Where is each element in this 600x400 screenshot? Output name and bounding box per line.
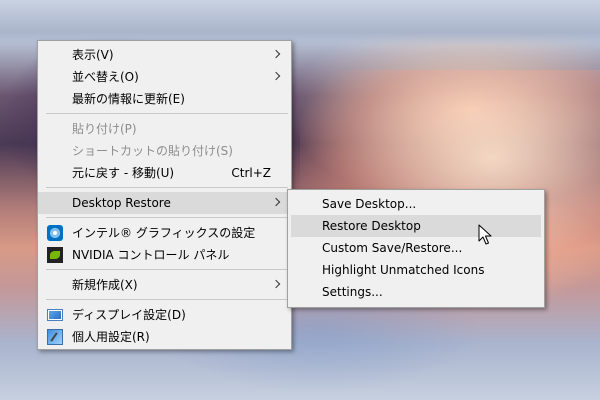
- personalize-icon: [47, 329, 63, 345]
- submenu-item-restore-desktop[interactable]: Restore Desktop: [291, 215, 541, 237]
- submenu-item-settings-label: Settings...: [322, 285, 383, 299]
- menu-item-nvidia-label: NVIDIA コントロール パネル: [72, 248, 230, 262]
- desktop-context-menu: 表示(V) 並べ替え(O) 最新の情報に更新(E) 貼り付け(P) ショートカッ…: [37, 40, 292, 350]
- menu-item-new[interactable]: 新規作成(X): [38, 274, 291, 296]
- menu-separator: [46, 299, 288, 300]
- submenu-item-save-desktop[interactable]: Save Desktop...: [288, 193, 544, 215]
- nvidia-icon: [47, 247, 63, 263]
- submenu-arrow-icon: [271, 279, 281, 289]
- menu-item-refresh-label: 最新の情報に更新(E): [72, 92, 185, 106]
- menu-separator: [46, 187, 288, 188]
- intel-graphics-icon: [47, 225, 63, 241]
- menu-item-new-label: 新規作成(X): [72, 278, 138, 292]
- submenu-arrow-icon: [271, 197, 281, 207]
- display-settings-icon: [47, 309, 63, 321]
- menu-item-personalize[interactable]: 個人用設定(R): [38, 326, 291, 348]
- menu-item-paste-shortcut: ショートカットの貼り付け(S): [38, 140, 291, 162]
- menu-item-desktop-restore[interactable]: Desktop Restore: [38, 192, 291, 214]
- undo-keyboard-shortcut: Ctrl+Z: [231, 166, 271, 180]
- menu-item-paste-shortcut-label: ショートカットの貼り付け(S): [72, 144, 233, 158]
- submenu-arrow-icon: [271, 71, 281, 81]
- submenu-item-save-desktop-label: Save Desktop...: [322, 197, 417, 211]
- menu-item-paste-label: 貼り付け(P): [72, 122, 137, 136]
- menu-separator: [46, 113, 288, 114]
- menu-item-display-settings-label: ディスプレイ設定(D): [72, 308, 186, 322]
- submenu-item-highlight-unmatched-icons[interactable]: Highlight Unmatched Icons: [288, 259, 544, 281]
- submenu-item-custom-save-restore[interactable]: Custom Save/Restore...: [288, 237, 544, 259]
- submenu-item-settings[interactable]: Settings...: [288, 281, 544, 303]
- menu-item-undo-move-label: 元に戻す - 移動(U): [72, 166, 175, 180]
- submenu-item-restore-desktop-label: Restore Desktop: [322, 219, 421, 233]
- submenu-item-custom-save-restore-label: Custom Save/Restore...: [322, 241, 463, 255]
- menu-separator: [46, 217, 288, 218]
- menu-item-sort-by-label: 並べ替え(O): [72, 70, 139, 84]
- menu-item-desktop-restore-label: Desktop Restore: [72, 196, 171, 210]
- submenu-item-highlight-unmatched-label: Highlight Unmatched Icons: [322, 263, 485, 277]
- menu-item-display-settings[interactable]: ディスプレイ設定(D): [38, 304, 291, 326]
- menu-item-intel-graphics-label: インテル® グラフィックスの設定: [72, 226, 256, 240]
- submenu-arrow-icon: [271, 49, 281, 59]
- menu-item-intel-graphics[interactable]: インテル® グラフィックスの設定: [38, 222, 291, 244]
- menu-separator: [46, 269, 288, 270]
- menu-item-view[interactable]: 表示(V): [38, 44, 291, 66]
- menu-item-undo-move[interactable]: 元に戻す - 移動(U) Ctrl+Z: [38, 162, 291, 184]
- menu-item-sort-by[interactable]: 並べ替え(O): [38, 66, 291, 88]
- menu-item-nvidia-control-panel[interactable]: NVIDIA コントロール パネル: [38, 244, 291, 266]
- mouse-cursor-icon: [478, 224, 492, 245]
- menu-item-refresh[interactable]: 最新の情報に更新(E): [38, 88, 291, 110]
- menu-item-view-label: 表示(V): [72, 48, 114, 62]
- desktop-restore-submenu: Save Desktop... Restore Desktop Custom S…: [287, 189, 545, 308]
- menu-item-paste: 貼り付け(P): [38, 118, 291, 140]
- menu-item-personalize-label: 個人用設定(R): [72, 330, 150, 344]
